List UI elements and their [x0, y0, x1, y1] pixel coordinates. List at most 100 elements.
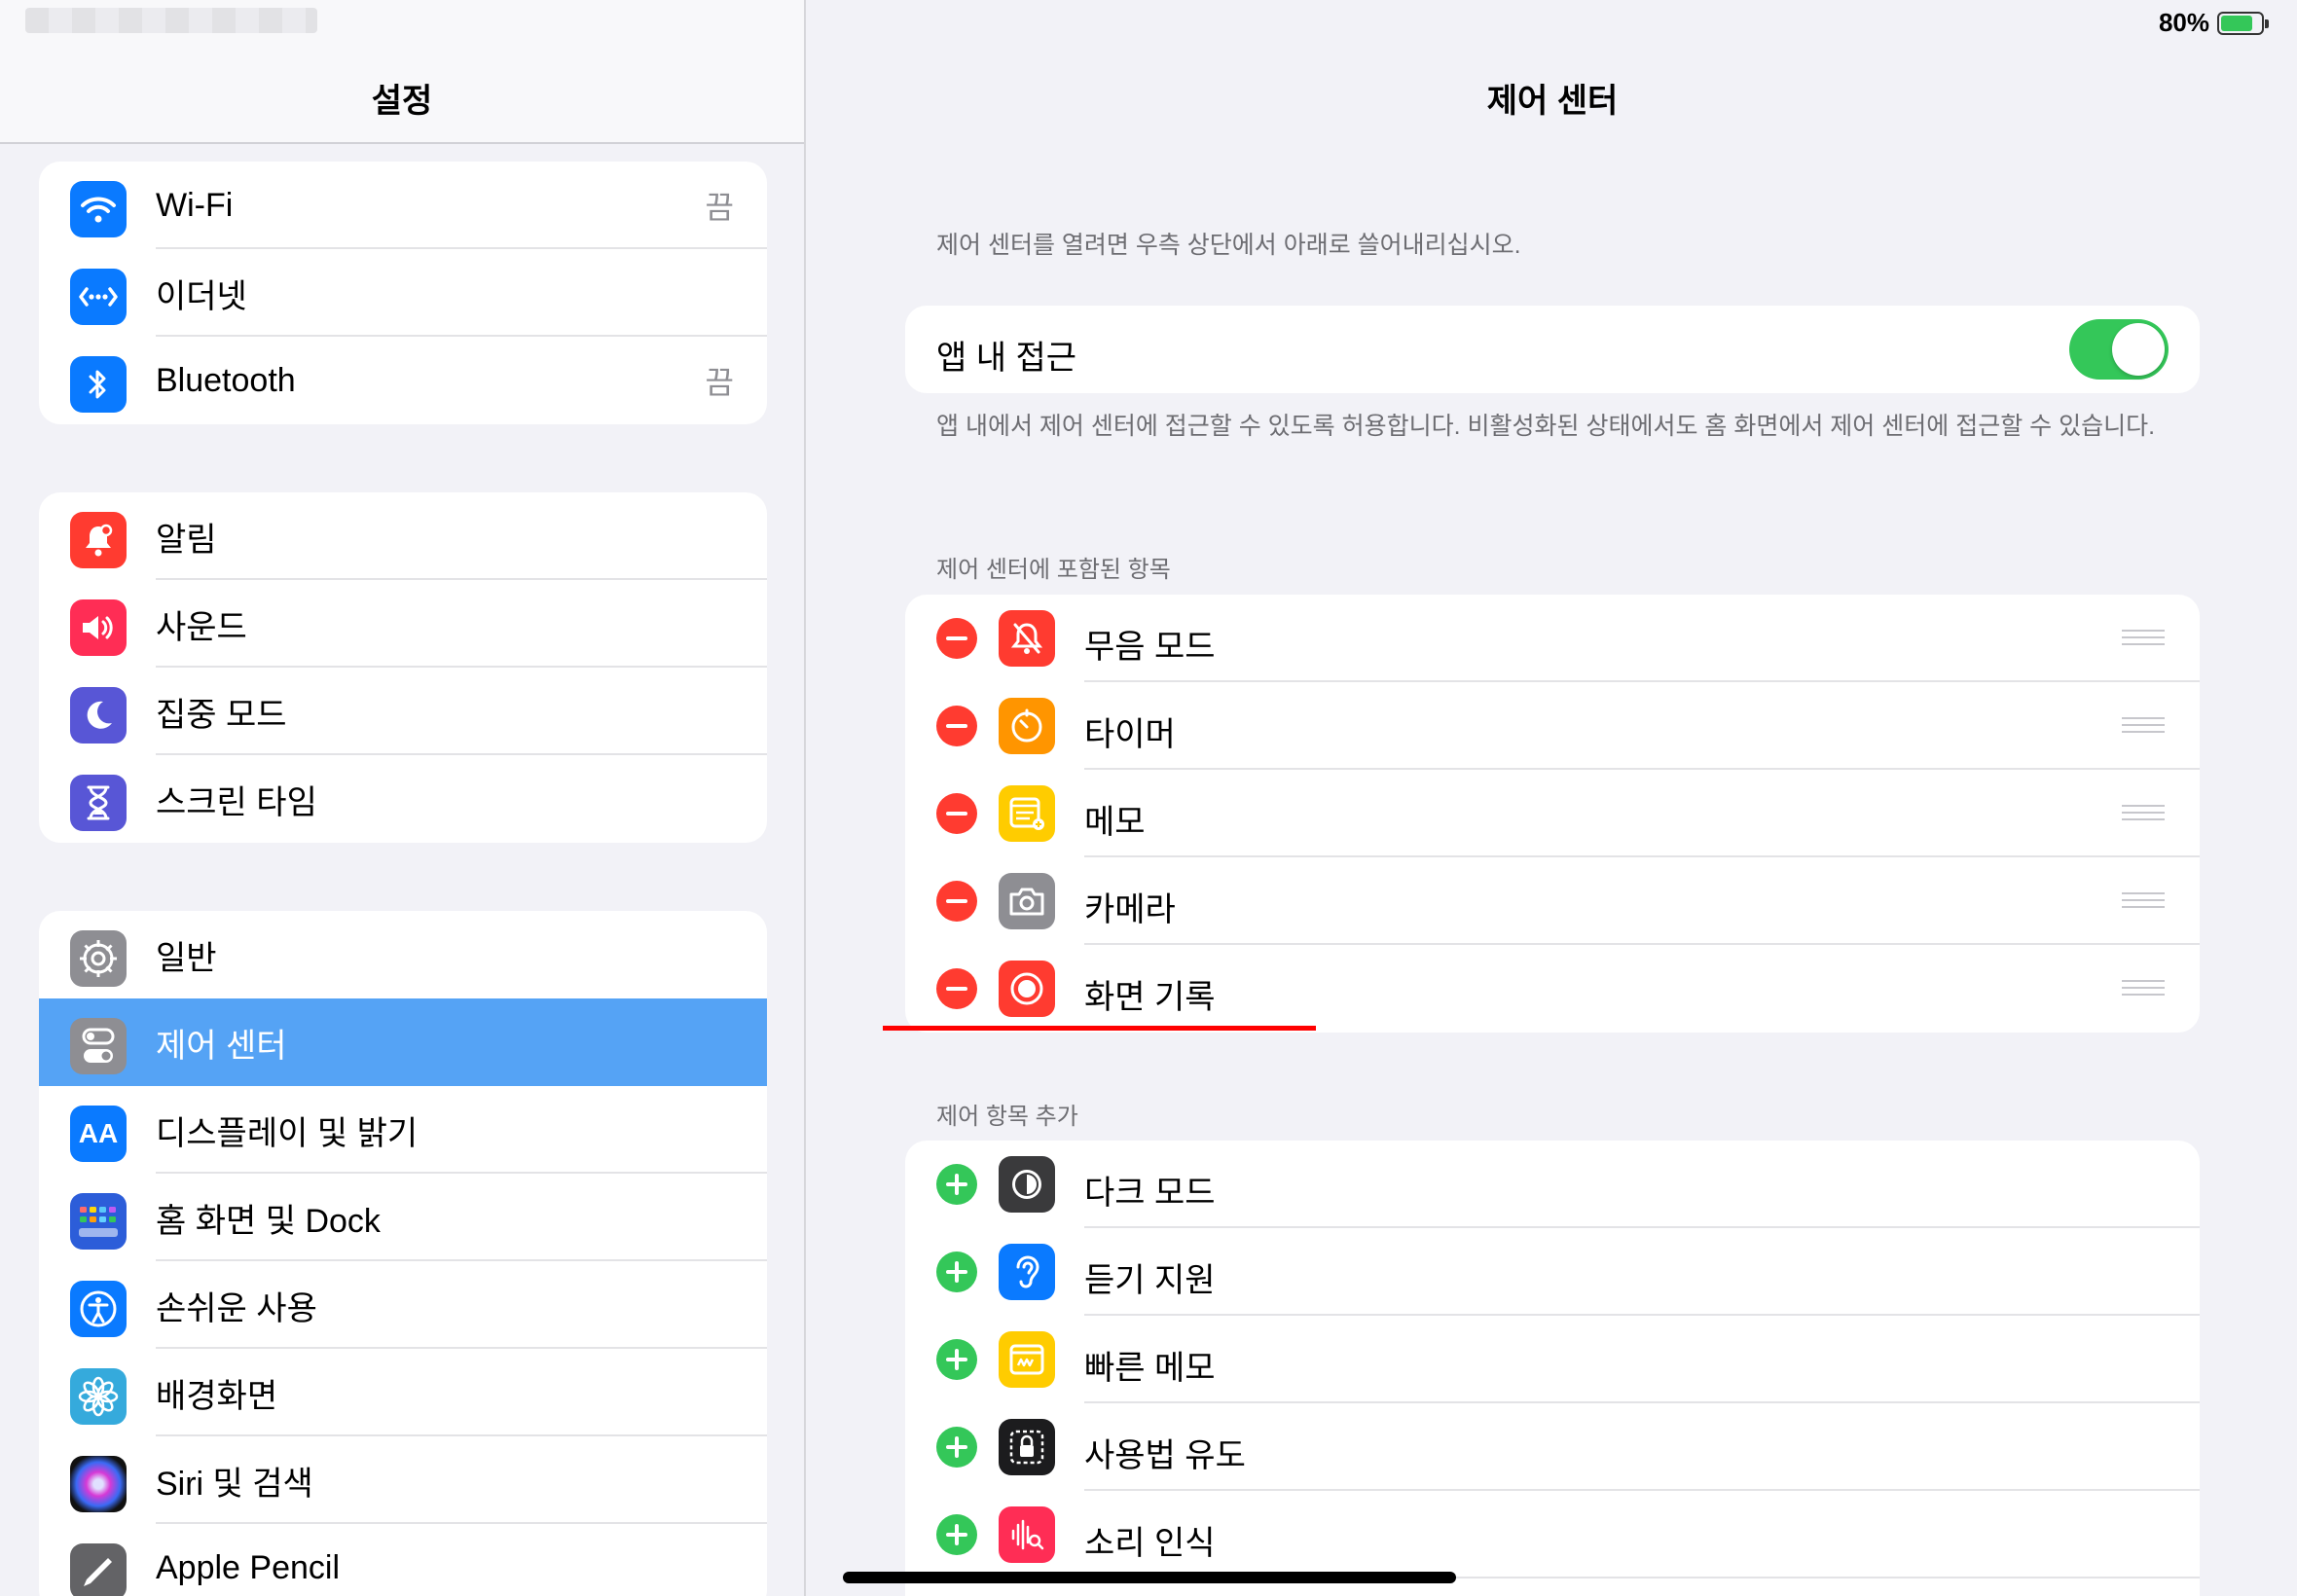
more-control-dark-mode: 다크 모드 [905, 1141, 2200, 1228]
remove-button[interactable] [936, 706, 977, 746]
notifications-group: 알림 사운드 집중 모드 스크린 타임 [39, 492, 767, 843]
control-label: 소리 인식 [1084, 1525, 1216, 1562]
sidebar-item-wallpaper[interactable]: 배경화면 [39, 1349, 767, 1436]
access-in-apps-card: 앱 내 접근 [905, 306, 2200, 393]
battery-icon [2217, 11, 2269, 35]
add-button[interactable] [936, 1164, 977, 1205]
flower-icon [70, 1368, 127, 1425]
included-control-camera: 카메라 [905, 857, 2200, 945]
included-control-silent-mode: 무음 모드 [905, 595, 2200, 682]
timer-icon [999, 698, 1055, 754]
included-section-header: 제어 센터에 포함된 항목 [936, 557, 1171, 583]
more-control-guided-access: 사용법 유도 [905, 1403, 2200, 1491]
sidebar-item-control-center[interactable]: 제어 센터 [39, 998, 767, 1086]
sidebar-item-accessibility[interactable]: 손쉬운 사용 [39, 1261, 767, 1349]
sidebar-item-label: Bluetooth [156, 361, 296, 399]
control-label: 화면 기록 [1084, 979, 1216, 1016]
access-in-apps-toggle[interactable] [2069, 319, 2169, 380]
remove-button[interactable] [936, 881, 977, 922]
add-button[interactable] [936, 1514, 977, 1555]
sidebar-item-label: Siri 및 검색 [156, 1465, 313, 1503]
control-label: 메모 [1084, 804, 1146, 841]
sidebar-item-label: 알림 [156, 521, 217, 559]
battery-percent: 80% [2158, 8, 2209, 37]
intro-text: 제어 센터를 열려면 우측 상단에서 아래로 쓸어내리십시오. [936, 232, 1521, 259]
sidebar-item-label: Apple Pencil [156, 1548, 341, 1586]
remove-button[interactable] [936, 618, 977, 659]
control-label: 다크 모드 [1084, 1175, 1216, 1212]
page-title: 제어 센터 [1486, 83, 1619, 120]
sidebar-item-wifi[interactable]: Wi-Fi 끔 [39, 162, 767, 249]
bell-slash-icon [999, 610, 1055, 667]
reorder-handle[interactable] [2122, 980, 2165, 998]
access-in-apps-footer: 앱 내에서 제어 센터에 접근할 수 있도록 허용합니다. 비활성화된 상태에서… [936, 413, 2156, 440]
home-indicator[interactable] [843, 1572, 1456, 1583]
access-in-apps-label: 앱 내 접근 [936, 340, 1077, 377]
sidebar-item-notifications[interactable]: 알림 [39, 492, 767, 580]
access-in-apps-row: 앱 내 접근 [905, 306, 2200, 393]
sidebar-item-focus[interactable]: 집중 모드 [39, 668, 767, 755]
control-center-pane: 80% 제어 센터 제어 센터를 열려면 우측 상단에서 아래로 쓸어내리십시오… [808, 0, 2297, 1596]
sidebar-item-label: 이더넷 [156, 277, 247, 315]
sidebar-item-sound[interactable]: 사운드 [39, 580, 767, 668]
sidebar-item-apple-pencil[interactable]: Apple Pencil [39, 1524, 767, 1596]
reorder-handle[interactable] [2122, 630, 2165, 647]
sidebar-item-label: Wi-Fi [156, 186, 234, 224]
add-button[interactable] [936, 1251, 977, 1292]
sidebar-title: 설정 [371, 83, 433, 120]
add-button[interactable] [936, 1427, 977, 1468]
reorder-handle[interactable] [2122, 892, 2165, 910]
remove-button[interactable] [936, 793, 977, 834]
included-control-timer: 타이머 [905, 682, 2200, 770]
general-group: 일반 제어 센터 AA 디스플레이 및 밝기 홈 화면 및 Dock 손쉬운 사… [39, 911, 767, 1596]
red-annotation-underline [883, 1026, 1316, 1031]
wifi-icon [70, 181, 127, 237]
hourglass-icon [70, 775, 127, 831]
control-label: 듣기 지원 [1084, 1262, 1216, 1299]
reorder-handle[interactable] [2122, 717, 2165, 735]
included-control-screen-recording: 화면 기록 [905, 945, 2200, 1033]
more-control-quick-note: 빠른 메모 [905, 1316, 2200, 1403]
bluetooth-status: 끔 [705, 365, 734, 400]
toggle-knob [2112, 323, 2165, 376]
more-control-sound-recognition: 소리 인식 [905, 1491, 2200, 1578]
sidebar-item-home-screen[interactable]: 홈 화면 및 Dock [39, 1174, 767, 1261]
status-bar: 80% [2158, 8, 2269, 38]
included-control-notes: 메모 [905, 770, 2200, 857]
sidebar-item-siri[interactable]: Siri 및 검색 [39, 1436, 767, 1524]
blurred-status-area [25, 8, 317, 33]
sidebar-item-label: 스크린 타임 [156, 783, 317, 821]
gear-icon [70, 930, 127, 987]
more-control-hearing: 듣기 지원 [905, 1228, 2200, 1316]
ethernet-icon [70, 269, 127, 325]
speaker-icon [70, 599, 127, 656]
accessibility-icon [70, 1281, 127, 1337]
pencil-icon [70, 1543, 127, 1596]
included-controls-list: 무음 모드 타이머 메모 카메라 화면 기록 [905, 595, 2200, 1033]
text-size-icon: AA [70, 1106, 127, 1162]
network-group: Wi-Fi 끔 이더넷 Bluetooth 끔 [39, 162, 767, 424]
control-label: 사용법 유도 [1084, 1437, 1246, 1474]
remove-button[interactable] [936, 968, 977, 1009]
home-grid-icon [70, 1193, 127, 1250]
sidebar-item-label: 홈 화면 및 Dock [156, 1202, 381, 1240]
ear-icon [999, 1244, 1055, 1300]
add-button[interactable] [936, 1339, 977, 1380]
control-label: 무음 모드 [1084, 629, 1216, 666]
siri-icon [70, 1456, 127, 1512]
bell-icon [70, 512, 127, 568]
control-label: 카메라 [1084, 891, 1176, 928]
record-icon [999, 961, 1055, 1017]
sidebar-item-bluetooth[interactable]: Bluetooth 끔 [39, 337, 767, 424]
wifi-status: 끔 [705, 190, 734, 225]
sidebar-item-screen-time[interactable]: 스크린 타임 [39, 755, 767, 843]
reorder-handle[interactable] [2122, 805, 2165, 822]
sidebar-item-general[interactable]: 일반 [39, 911, 767, 998]
control-label: 빠른 메모 [1084, 1350, 1216, 1387]
sidebar-item-label: 일반 [156, 939, 217, 977]
camera-icon [999, 873, 1055, 929]
sidebar-item-label: 디스플레이 및 밝기 [156, 1114, 419, 1152]
sidebar-item-ethernet[interactable]: 이더넷 [39, 249, 767, 337]
sidebar-item-label: 집중 모드 [156, 696, 287, 734]
sidebar-item-display[interactable]: AA 디스플레이 및 밝기 [39, 1086, 767, 1174]
